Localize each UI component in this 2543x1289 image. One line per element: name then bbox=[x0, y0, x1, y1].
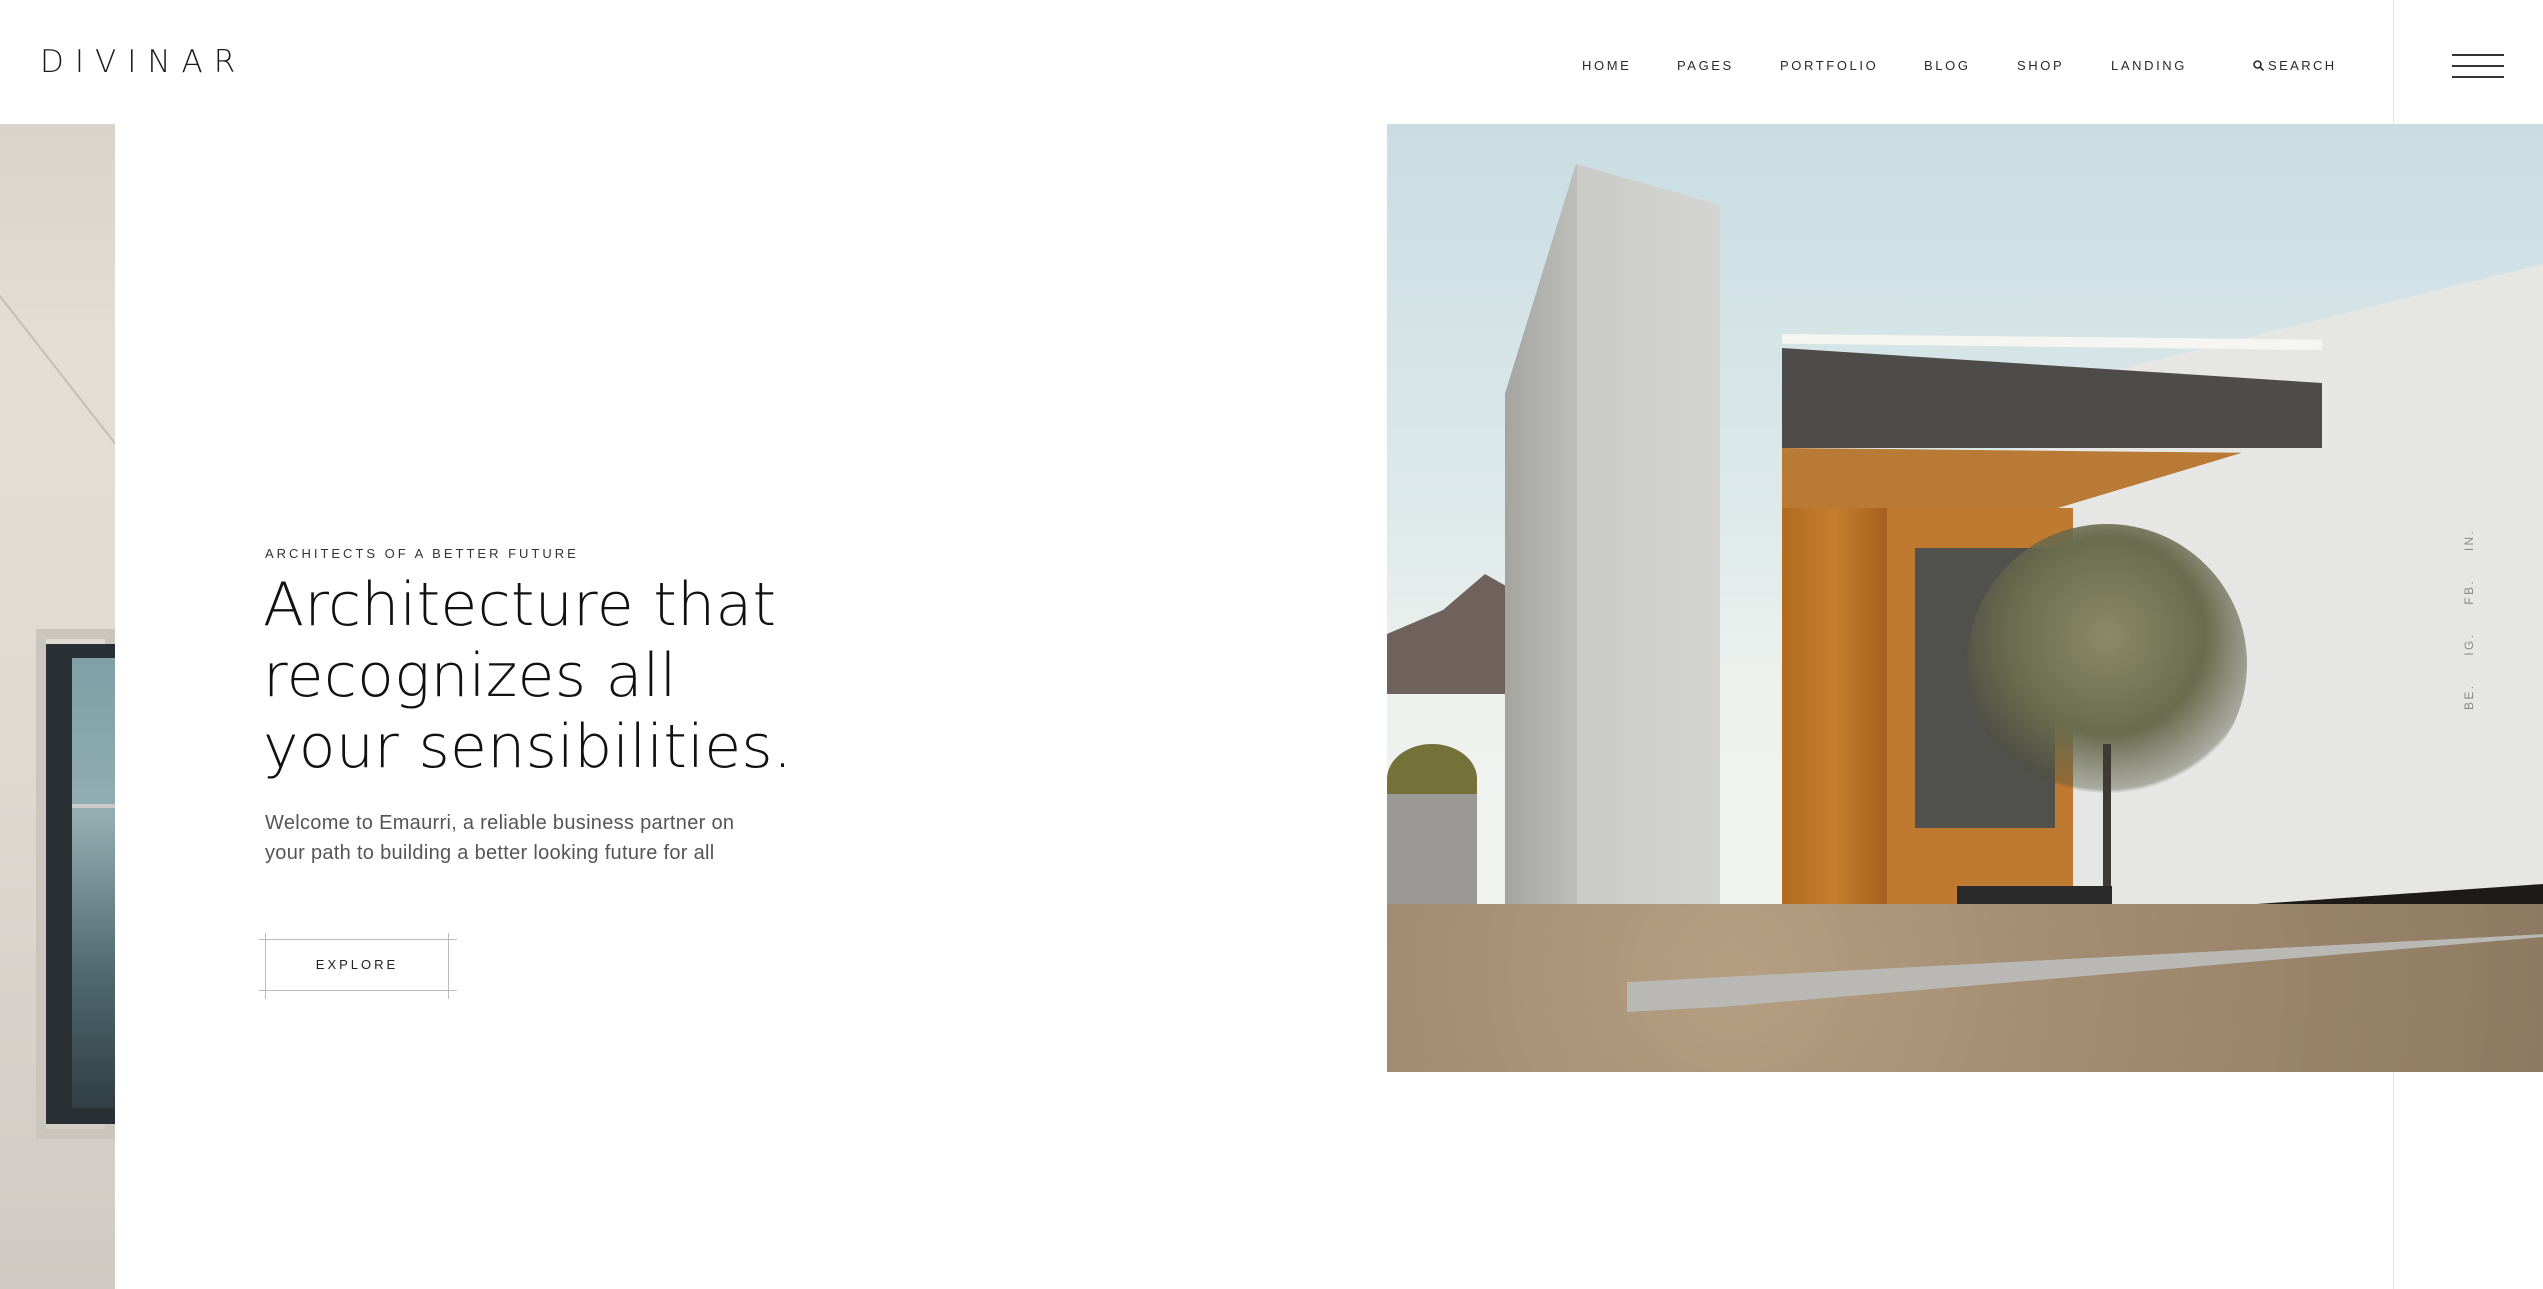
button-guide-bottom bbox=[259, 990, 457, 991]
social-link-facebook[interactable]: FB. bbox=[2462, 579, 2476, 605]
nav-item-home[interactable]: HOME bbox=[1582, 58, 1631, 73]
button-guide-left bbox=[265, 933, 266, 999]
button-guide-right bbox=[448, 933, 449, 999]
site-logo[interactable]: DIVINAR bbox=[40, 44, 246, 80]
hero-eyebrow: ARCHITECTS OF A BETTER FUTURE bbox=[265, 546, 579, 561]
nav-item-shop[interactable]: SHOP bbox=[2017, 58, 2064, 73]
search-icon bbox=[2253, 60, 2265, 72]
social-links: BE. IG. FB. IN. bbox=[2462, 507, 2476, 710]
hamburger-menu-icon[interactable] bbox=[2452, 54, 2504, 78]
hero-image bbox=[1387, 124, 2543, 1072]
search-label: SEARCH bbox=[2268, 58, 2337, 73]
social-link-linkedin[interactable]: IN. bbox=[2462, 529, 2476, 552]
nav-item-portfolio[interactable]: PORTFOLIO bbox=[1780, 58, 1878, 73]
search-button[interactable]: SEARCH bbox=[2253, 58, 2337, 73]
nav-item-pages[interactable]: PAGES bbox=[1677, 58, 1734, 73]
social-link-behance[interactable]: BE. bbox=[2462, 683, 2476, 710]
previous-slide-image bbox=[0, 124, 115, 1289]
nav-item-blog[interactable]: BLOG bbox=[1924, 58, 1971, 73]
explore-button[interactable]: EXPLORE bbox=[265, 939, 449, 991]
hero-intro: Welcome to Emaurri, a reliable business … bbox=[265, 812, 735, 864]
nav-item-landing[interactable]: LANDING bbox=[2111, 58, 2187, 73]
social-link-instagram[interactable]: IG. bbox=[2462, 633, 2476, 656]
hero-headline: Architecture that recognizes all your se… bbox=[263, 570, 793, 782]
button-guide-top bbox=[259, 939, 457, 940]
